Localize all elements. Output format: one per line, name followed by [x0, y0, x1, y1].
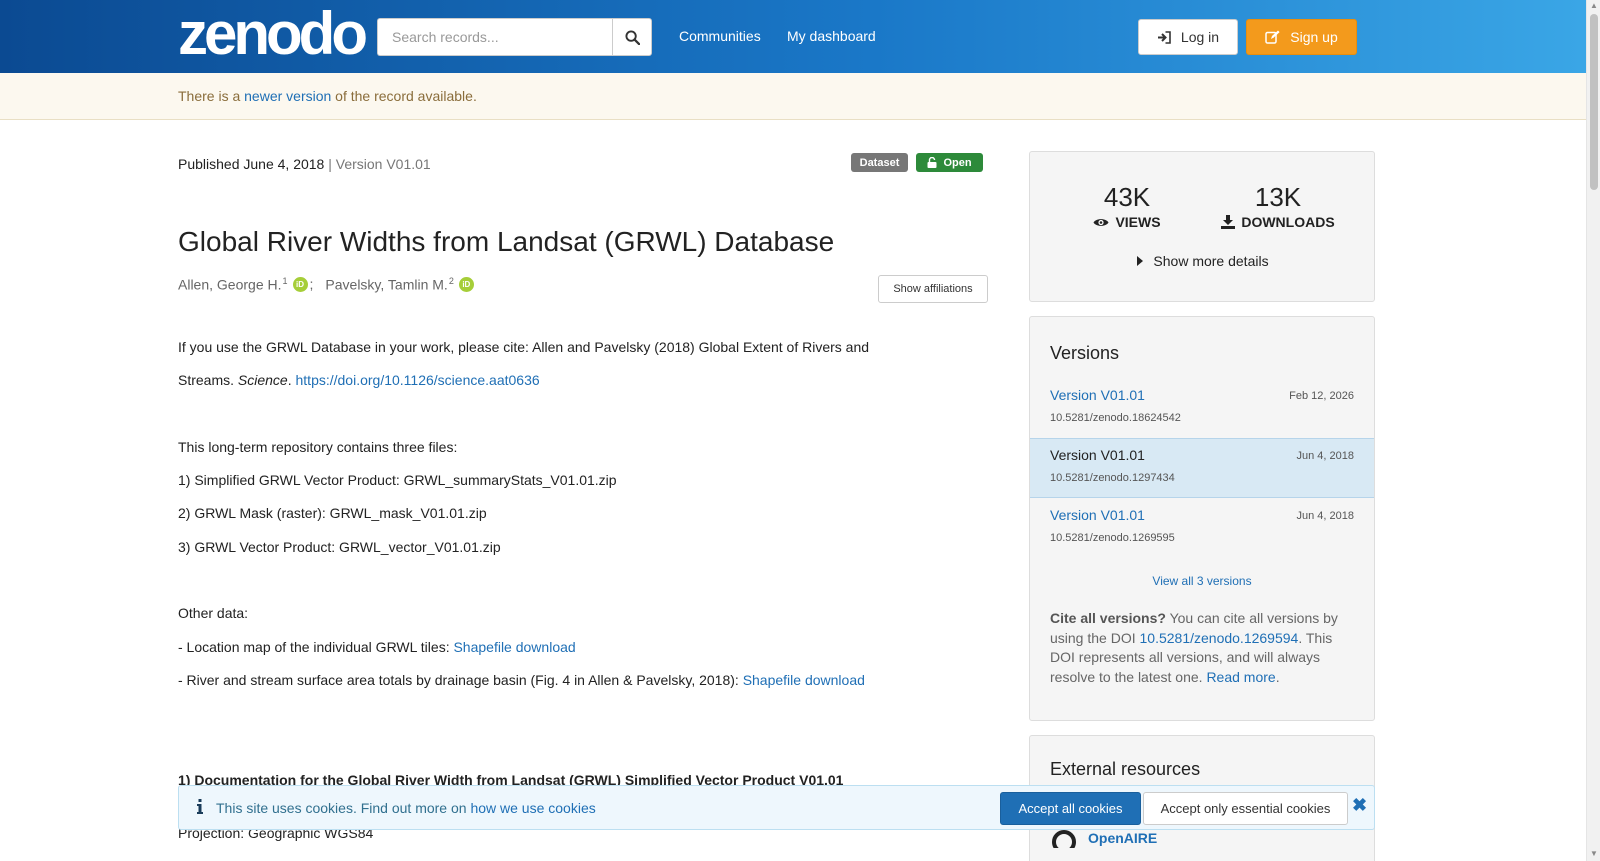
- shapefile-download-link[interactable]: Shapefile download: [453, 639, 575, 655]
- version-doi: 10.5281/zenodo.1297434: [1050, 472, 1175, 484]
- cite-all-versions-text: Cite all versions? You can cite all vers…: [1050, 610, 1338, 685]
- edit-icon: [1265, 30, 1280, 44]
- stats-panel: 43K VIEWS 13K DOWNLOADS Show more detail…: [1029, 151, 1375, 302]
- author-name[interactable]: Allen, George H.1: [178, 276, 288, 293]
- scroll-thumb[interactable]: [1590, 14, 1598, 190]
- openaire-link[interactable]: OpenAIRE: [1050, 828, 1157, 848]
- caret-right-icon: [1137, 256, 1144, 266]
- eye-icon: [1093, 218, 1109, 226]
- sign-in-icon: [1157, 30, 1171, 44]
- newer-version-notice: There is a newer version of the record a…: [0, 73, 1586, 120]
- version-label: | Version V01.01: [328, 156, 431, 172]
- signup-button[interactable]: Sign up: [1246, 19, 1357, 55]
- login-button[interactable]: Log in: [1138, 19, 1238, 55]
- author-list: Allen, George H.1 iD ; Pavelsky, Tamlin …: [178, 276, 474, 293]
- accept-all-cookies-button[interactable]: Accept all cookies: [1000, 792, 1141, 825]
- version-doi: 10.5281/zenodo.18624542: [1050, 412, 1181, 424]
- orcid-icon[interactable]: iD: [292, 276, 308, 292]
- nav-communities[interactable]: Communities: [679, 28, 761, 44]
- version-date: Jun 4, 2018: [1296, 450, 1355, 462]
- download-icon: [1221, 215, 1236, 229]
- concept-doi-link[interactable]: 10.5281/zenodo.1269594: [1140, 630, 1299, 646]
- version-row[interactable]: Version V01.01 Feb 12, 2026 10.5281/zeno…: [1030, 379, 1374, 439]
- author-separator: ;: [309, 276, 314, 293]
- login-label: Log in: [1180, 29, 1220, 45]
- search-input[interactable]: [377, 18, 612, 56]
- unlock-icon: [927, 157, 937, 168]
- version-date: Jun 4, 2018: [1296, 510, 1355, 522]
- downloads-stat: 13K DOWNLOADS: [1216, 182, 1340, 230]
- notice-text: There is a newer version of the record a…: [178, 88, 477, 104]
- read-more-link[interactable]: Read more: [1206, 669, 1275, 685]
- file-item: 1) Simplified GRWL Vector Product: GRWL_…: [178, 472, 617, 488]
- resource-type-badge: Dataset: [851, 153, 908, 172]
- other-data-item: - Location map of the individual GRWL ti…: [178, 639, 576, 655]
- show-more-details-toggle[interactable]: Show more details: [1030, 253, 1376, 269]
- record-title: Global River Widths from Landsat (GRWL) …: [178, 226, 835, 257]
- views-stat: 43K VIEWS: [1082, 182, 1172, 230]
- files-intro: This long-term repository contains three…: [178, 439, 458, 455]
- versions-panel: Versions Version V01.01 Feb 12, 2026 10.…: [1029, 316, 1375, 721]
- downloads-count: 13K: [1254, 182, 1302, 212]
- version-link[interactable]: Version V01.01: [1050, 507, 1145, 523]
- cookie-banner: This site uses cookies. Find out more on…: [178, 785, 1375, 830]
- publication-info: Published June 4, 2018 | Version V01.01: [178, 156, 431, 172]
- access-open-badge: Open: [916, 153, 983, 172]
- signup-label: Sign up: [1290, 29, 1338, 45]
- search-icon: [624, 29, 640, 45]
- author-name[interactable]: Pavelsky, Tamlin M.2: [325, 276, 453, 293]
- accept-essential-cookies-button[interactable]: Accept only essential cookies: [1143, 792, 1348, 825]
- description-cite-cont: Streams. Science. https://doi.org/10.112…: [178, 372, 540, 388]
- version-name: Version V01.01: [1050, 447, 1145, 463]
- newer-version-link[interactable]: newer version: [244, 88, 331, 104]
- info-icon: [197, 799, 203, 814]
- paper-doi-link[interactable]: https://doi.org/10.1126/science.aat0636: [296, 372, 540, 388]
- shapefile-download-link[interactable]: Shapefile download: [743, 672, 865, 688]
- cookie-message: This site uses cookies. Find out more on…: [216, 800, 596, 816]
- version-doi: 10.5281/zenodo.1269595: [1050, 532, 1175, 544]
- other-data-item: - River and stream surface area totals b…: [178, 672, 865, 688]
- close-icon[interactable]: ✖: [1352, 795, 1367, 816]
- cookie-policy-link[interactable]: how we use cookies: [470, 800, 595, 816]
- version-date: Feb 12, 2026: [1289, 390, 1354, 402]
- version-link[interactable]: Version V01.01: [1050, 387, 1145, 403]
- zenodo-logo[interactable]: zenodo: [178, 4, 368, 64]
- other-data-heading: Other data:: [178, 605, 249, 621]
- versions-title: Versions: [1050, 343, 1120, 363]
- downloads-label: DOWNLOADS: [1241, 214, 1335, 230]
- page-scrollbar[interactable]: ▲ ▼: [1586, 0, 1600, 861]
- top-header: zenodo Communities My dashboard Log in S…: [0, 0, 1586, 73]
- file-item: 3) GRWL Vector Product: GRWL_vector_V01.…: [178, 539, 501, 555]
- views-label: VIEWS: [1115, 214, 1161, 230]
- version-row-current[interactable]: Version V01.01 Jun 4, 2018 10.5281/zenod…: [1030, 438, 1374, 498]
- nav-my-dashboard[interactable]: My dashboard: [787, 28, 876, 44]
- openaire-logo-icon: [1052, 830, 1076, 848]
- version-row[interactable]: Version V01.01 Jun 4, 2018 10.5281/zenod…: [1030, 499, 1374, 559]
- orcid-icon[interactable]: iD: [458, 276, 474, 292]
- external-resources-title: External resources: [1050, 759, 1201, 779]
- view-all-versions-link[interactable]: View all 3 versions: [1030, 574, 1374, 588]
- published-date: Published June 4, 2018: [178, 156, 325, 172]
- show-affiliations-button[interactable]: Show affiliations: [878, 275, 988, 303]
- views-count: 43K: [1103, 182, 1151, 212]
- scroll-up-arrow-icon[interactable]: ▲: [1590, 2, 1598, 10]
- search-bar: [377, 18, 652, 56]
- scroll-down-arrow-icon[interactable]: ▼: [1590, 850, 1598, 858]
- description-cite: If you use the GRWL Database in your wor…: [178, 339, 870, 355]
- search-button[interactable]: [612, 18, 652, 56]
- file-item: 2) GRWL Mask (raster): GRWL_mask_V01.01.…: [178, 505, 487, 521]
